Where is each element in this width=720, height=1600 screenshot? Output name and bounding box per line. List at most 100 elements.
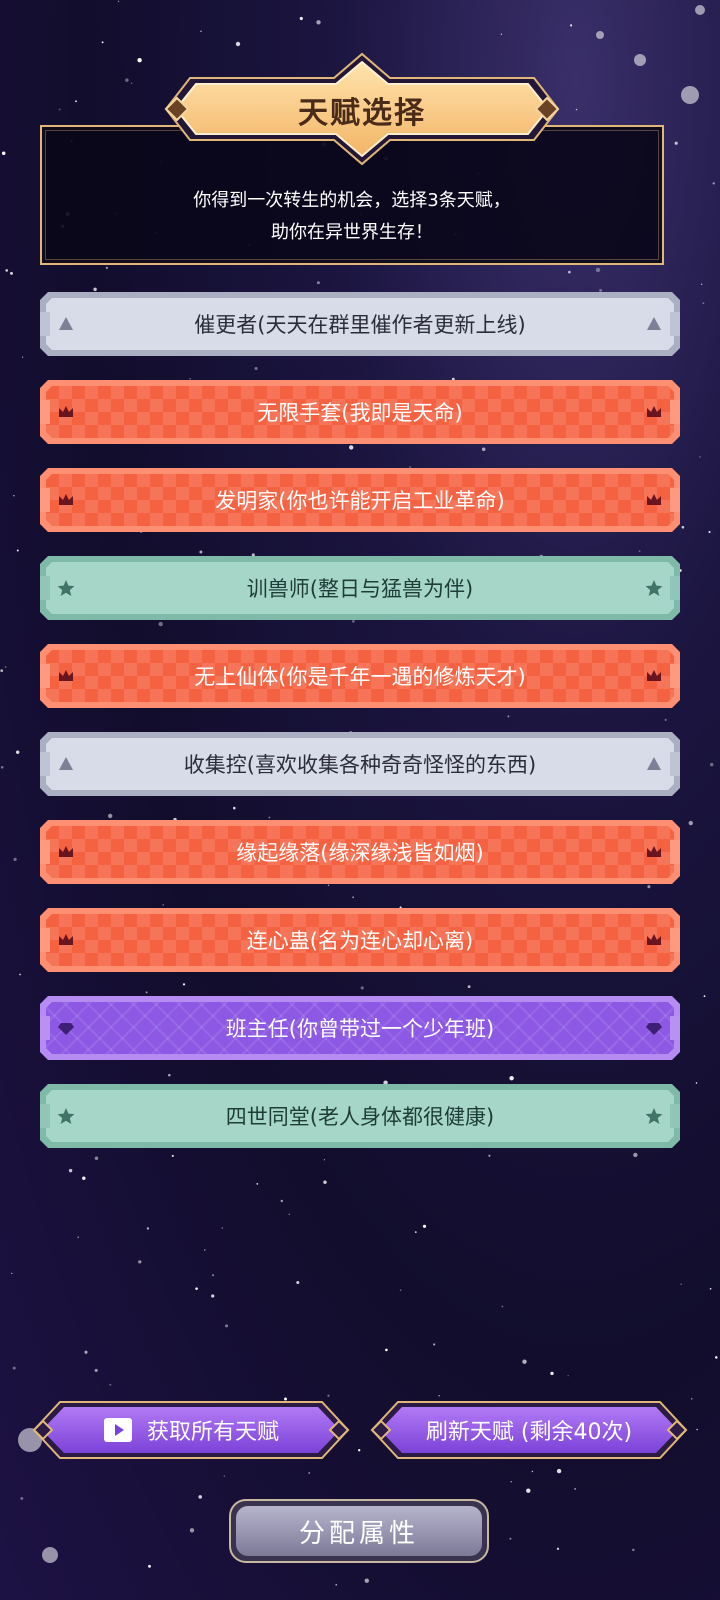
intro-text-line1: 你得到一次转生的机会，选择3条天赋， bbox=[193, 190, 511, 211]
talent-label: 连心蛊(名为连心却心离) bbox=[246, 929, 474, 953]
star bbox=[288, 1213, 291, 1215]
star bbox=[526, 1488, 531, 1493]
star bbox=[105, 266, 109, 270]
talent-option[interactable]: 缘起缘落(缘深缘浅皆如烟) bbox=[40, 820, 680, 884]
star bbox=[510, 1480, 513, 1483]
glow-star bbox=[634, 54, 646, 66]
star bbox=[125, 78, 129, 82]
star bbox=[256, 1183, 259, 1185]
talent-option[interactable]: 无限手套(我即是天命) bbox=[40, 380, 680, 444]
star bbox=[200, 30, 202, 33]
star bbox=[599, 288, 603, 292]
star bbox=[352, 896, 354, 899]
star bbox=[335, 1584, 337, 1586]
crown-icon bbox=[59, 934, 73, 945]
star bbox=[189, 377, 191, 380]
star bbox=[595, 267, 601, 273]
talent-option[interactable]: 无上仙体(你是千年一遇的修炼天才) bbox=[40, 644, 680, 708]
star bbox=[211, 1274, 215, 1277]
star bbox=[5, 269, 9, 272]
star bbox=[211, 1294, 215, 1298]
star bbox=[364, 1578, 369, 1583]
talent-label: 缘起缘落(缘深缘浅皆如烟) bbox=[236, 841, 484, 865]
star bbox=[84, 1350, 88, 1354]
star bbox=[488, 1154, 491, 1157]
star bbox=[638, 550, 641, 553]
star bbox=[531, 1470, 534, 1473]
get-all-talents-label: 获取所有天赋 bbox=[146, 1420, 279, 1445]
star bbox=[567, 1374, 569, 1377]
star bbox=[688, 820, 693, 826]
star bbox=[9, 271, 14, 275]
talent-option[interactable]: 训兽师(整日与猛兽为伴) bbox=[40, 556, 680, 620]
star bbox=[323, 1180, 327, 1184]
talent-option[interactable]: 发明家(你也许能开启工业革命) bbox=[40, 468, 680, 532]
star bbox=[385, 1348, 388, 1352]
crown-icon bbox=[647, 846, 661, 857]
refresh-talents-button[interactable]: 刷新天赋 (剩余40次) bbox=[368, 1398, 690, 1462]
star-icon bbox=[57, 1108, 75, 1124]
talent-label: 收集控(喜欢收集各种奇奇怪怪的东西) bbox=[183, 753, 537, 777]
star bbox=[316, 281, 320, 285]
star bbox=[399, 1289, 402, 1291]
star bbox=[556, 1468, 562, 1474]
star bbox=[280, 1199, 283, 1203]
star bbox=[327, 884, 330, 887]
get-all-talents-button[interactable]: 获取所有天赋 bbox=[30, 1398, 352, 1462]
talent-label: 训兽师(整日与猛兽为伴) bbox=[246, 577, 474, 601]
star bbox=[199, 550, 203, 554]
talent-option[interactable]: 连心蛊(名为连心却心离) bbox=[40, 908, 680, 972]
star bbox=[632, 1548, 635, 1552]
star-icon bbox=[645, 580, 663, 596]
talent-label: 发明家(你也许能开启工业革命) bbox=[215, 489, 505, 513]
star bbox=[433, 1343, 436, 1346]
star bbox=[568, 270, 571, 274]
talent-option[interactable]: 班主任(你曾带过一个少年班) bbox=[40, 996, 680, 1060]
talent-label: 四世同堂(老人身体都很健康) bbox=[225, 1105, 495, 1129]
star bbox=[233, 806, 236, 810]
triangle-icon bbox=[647, 757, 661, 770]
star bbox=[19, 973, 22, 976]
star bbox=[696, 1428, 698, 1431]
star bbox=[223, 1475, 225, 1477]
assign-attributes-button[interactable]: 分配属性 bbox=[228, 1498, 490, 1564]
star bbox=[522, 1359, 527, 1364]
star bbox=[695, 1082, 698, 1084]
star bbox=[680, 1283, 682, 1285]
star bbox=[137, 58, 142, 63]
star bbox=[481, 447, 486, 452]
intro-text-line2: 助你在异世界生存！ bbox=[271, 222, 433, 243]
star bbox=[709, 1288, 712, 1290]
triangle-icon bbox=[59, 317, 73, 330]
star bbox=[438, 1395, 440, 1397]
star bbox=[109, 1383, 112, 1386]
talent-label: 催更者(天天在群里催作者更新上线) bbox=[194, 313, 526, 337]
star-icon bbox=[57, 580, 75, 596]
glow-star bbox=[695, 5, 705, 15]
star bbox=[715, 1356, 718, 1359]
crown-icon bbox=[59, 494, 73, 505]
star bbox=[550, 1371, 554, 1376]
star bbox=[22, 356, 24, 358]
star bbox=[82, 1176, 86, 1180]
star bbox=[235, 41, 241, 47]
star bbox=[16, 549, 19, 552]
talent-option[interactable]: 催更者(天天在群里催作者更新上线) bbox=[40, 292, 680, 356]
star bbox=[94, 1156, 99, 1161]
star bbox=[674, 141, 678, 145]
glow-star bbox=[42, 1547, 58, 1563]
talent-option[interactable]: 收集控(喜欢收集各种奇奇怪怪的东西) bbox=[40, 732, 680, 796]
star bbox=[130, 82, 133, 84]
star bbox=[15, 750, 20, 755]
star bbox=[268, 816, 271, 819]
star bbox=[422, 1224, 427, 1228]
star bbox=[699, 456, 701, 458]
crown-icon bbox=[59, 846, 73, 857]
crown-icon bbox=[59, 406, 73, 417]
star bbox=[195, 1287, 198, 1290]
page-title: 天赋选择 bbox=[298, 96, 426, 131]
talent-option[interactable]: 四世同堂(老人身体都很健康) bbox=[40, 1084, 680, 1148]
star bbox=[323, 1159, 326, 1161]
star bbox=[146, 1227, 150, 1230]
star bbox=[507, 715, 510, 718]
